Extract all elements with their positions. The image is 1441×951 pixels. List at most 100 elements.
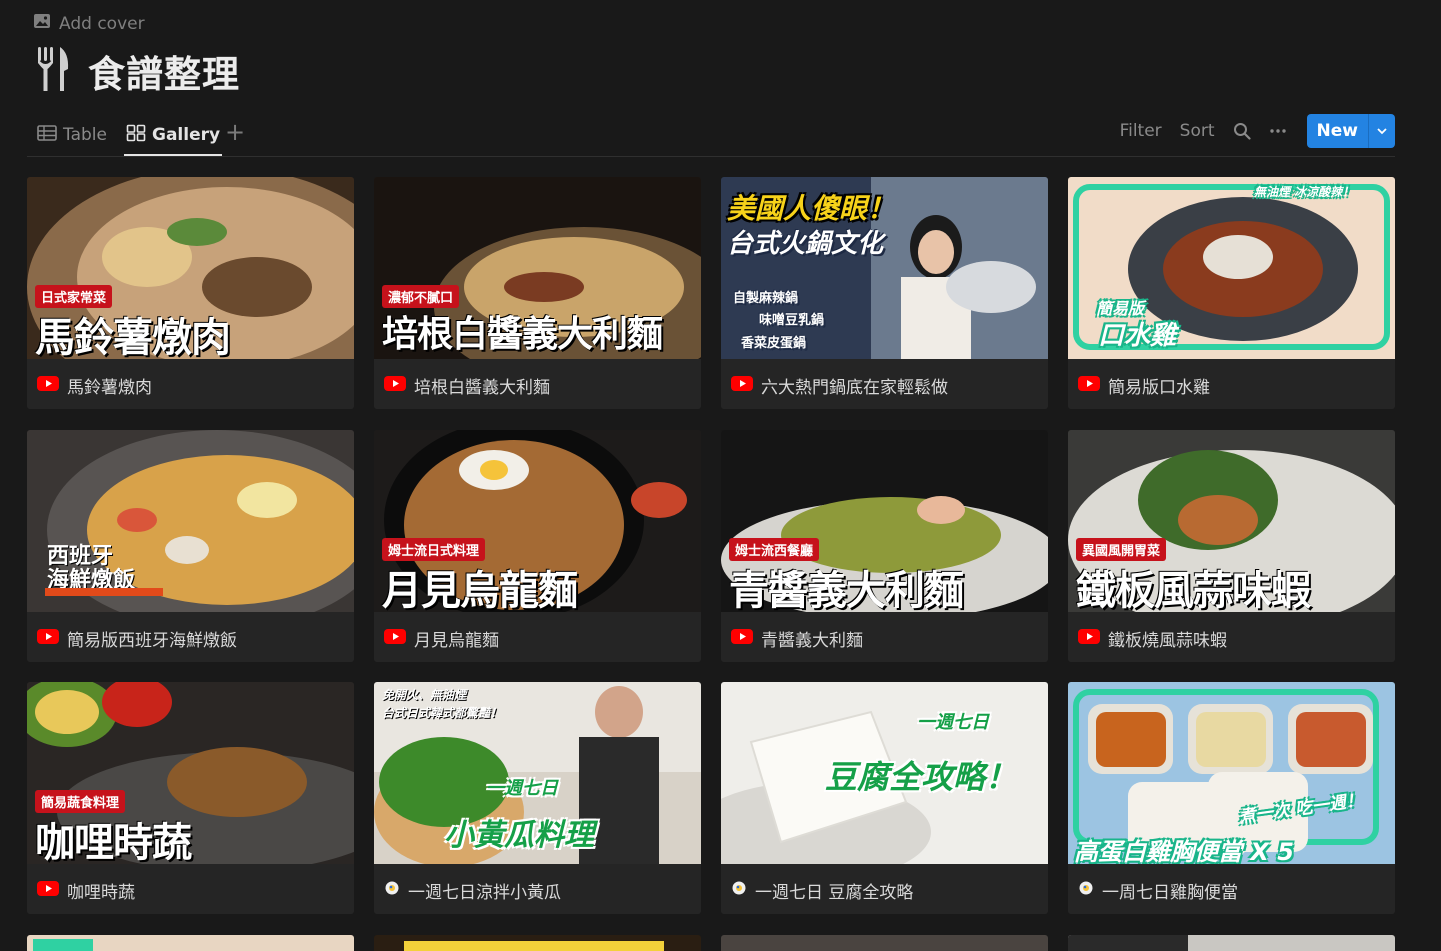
card-overlay-title: 小黃瓜料理	[444, 818, 594, 853]
card-title: 馬鈴薯燉肉	[37, 373, 152, 398]
card-overlay-tag: 免開火、無油煙	[382, 688, 467, 702]
card-overlay-title: 培根白醬義大利麵	[382, 313, 663, 355]
gallery-icon	[126, 124, 146, 147]
card-title: 一周七日雞胸便當	[1078, 878, 1238, 903]
fork-knife-icon[interactable]	[36, 45, 70, 97]
card-overlay-title: 馬鈴薯燉肉	[35, 314, 231, 359]
youtube-icon	[37, 628, 59, 649]
gallery-card[interactable]: 西班牙 海鮮燉飯 簡易版西班牙海鮮燉飯	[27, 430, 354, 662]
tab-gallery-label: Gallery	[152, 125, 221, 145]
card-title-text: 簡易版口水雞	[1108, 378, 1210, 398]
youtube-icon	[1078, 375, 1100, 396]
card-title: 鐵板燒風蒜味蝦	[1078, 626, 1227, 651]
card-title: 培根白醬義大利麵	[384, 373, 550, 398]
search-icon[interactable]	[1233, 122, 1251, 140]
thumbnail-fragment	[404, 941, 664, 951]
gallery-card-partial[interactable]	[721, 935, 1048, 951]
gallery-card[interactable]: 濃郁不膩口 培根白醬義大利麵 培根白醬義大利麵	[374, 177, 701, 409]
gallery-card[interactable]: 日式家常菜 馬鈴薯燉肉 馬鈴薯燉肉	[27, 177, 354, 409]
card-overlay-title: 鐵板風蒜味蝦	[1076, 567, 1311, 612]
web-link-icon	[384, 880, 400, 901]
add-view-button[interactable]: +	[225, 118, 245, 146]
gallery-card-partial[interactable]	[27, 935, 354, 951]
tab-table[interactable]: Table	[37, 122, 107, 148]
card-title-text: 月見烏龍麵	[414, 631, 499, 651]
card-title-text: 一週七日 豆腐全攻略	[755, 883, 914, 903]
tab-table-label: Table	[63, 125, 107, 145]
tab-gallery[interactable]: Gallery	[123, 122, 223, 156]
card-overlay-small: 一週七日	[917, 712, 989, 733]
more-options-icon[interactable]	[1269, 122, 1287, 140]
card-thumbnail: 西班牙 海鮮燉飯	[27, 430, 354, 612]
chevron-down-icon	[1376, 122, 1388, 141]
card-thumbnail: 姆士流西餐廳 青醬義大利麵	[721, 430, 1048, 612]
gallery-card[interactable]: 姆士流西餐廳 青醬義大利麵 青醬義大利麵	[721, 430, 1048, 662]
card-thumbnail: 濃郁不膩口 培根白醬義大利麵	[374, 177, 701, 359]
view-tools: Filter Sort New	[1102, 114, 1395, 148]
card-thumbnail: 無油煙 冰涼酸辣！ 簡易版 口水雞	[1068, 177, 1395, 359]
web-link-icon	[731, 880, 747, 901]
table-icon	[37, 124, 57, 147]
youtube-icon	[1078, 628, 1100, 649]
gallery-card-partial[interactable]	[1068, 935, 1395, 951]
card-overlay-small: 一週七日	[486, 778, 558, 799]
card-overlay-title: 口水雞	[1098, 321, 1177, 351]
card-thumbnail: 日式家常菜 馬鈴薯燉肉	[27, 177, 354, 359]
card-title-text: 鐵板燒風蒜味蝦	[1108, 631, 1227, 651]
filter-button[interactable]: Filter	[1120, 121, 1162, 141]
card-overlay-subtitle: 台式火鍋文化	[727, 229, 884, 259]
new-button[interactable]: New	[1307, 114, 1368, 148]
youtube-icon	[384, 375, 406, 396]
gallery-card[interactable]: 免開火、無油煙 台式日式韓式都驚豔！ 一週七日 小黃瓜料理 一週七日涼拌小黃瓜	[374, 682, 701, 914]
gallery-card[interactable]: 一週七日 豆腐全攻略！ 一週七日 豆腐全攻略	[721, 682, 1048, 914]
card-title-text: 簡易版西班牙海鮮燉飯	[67, 631, 237, 651]
card-thumbnail: 異國風開胃菜 鐵板風蒜味蝦	[1068, 430, 1395, 612]
card-title: 一週七日涼拌小黃瓜	[384, 878, 561, 903]
page-title: 食譜整理	[88, 53, 240, 96]
card-overlay-item: 味噌豆乳鍋	[759, 313, 825, 328]
gallery-card[interactable]: 無油煙 冰涼酸辣！ 簡易版 口水雞 簡易版口水雞	[1068, 177, 1395, 409]
card-overlay-tag: 無油煙 冰涼酸辣！	[1254, 185, 1355, 199]
card-overlay-title: 美國人傻眼！	[727, 192, 896, 225]
card-title: 一週七日 豆腐全攻略	[731, 878, 913, 903]
youtube-icon	[384, 628, 406, 649]
card-overlay-item: 自製麻辣鍋	[733, 291, 799, 306]
add-cover-button[interactable]: Add cover	[33, 12, 145, 35]
card-title: 簡易版口水雞	[1078, 373, 1210, 398]
page-header: 食譜整理	[36, 44, 240, 98]
view-bar: Table Gallery + Filter Sort New	[27, 114, 1395, 157]
card-overlay-title: 月見烏龍麵	[382, 567, 578, 612]
card-title-text: 六大熱門鍋底在家輕鬆做	[761, 378, 948, 398]
card-overlay-item: 香菜皮蛋鍋	[741, 336, 807, 351]
gallery-card[interactable]: 異國風開胃菜 鐵板風蒜味蝦 鐵板燒風蒜味蝦	[1068, 430, 1395, 662]
gallery-card[interactable]: 煮一次 吃一週！ 高蛋白雞胸便當 X 5 一周七日雞胸便當	[1068, 682, 1395, 914]
card-title: 六大熱門鍋底在家輕鬆做	[731, 373, 948, 398]
thumbnail-fragment	[33, 939, 93, 951]
card-overlay-title: 青醬義大利麵	[729, 567, 964, 612]
card-title: 月見烏龍麵	[384, 626, 499, 651]
youtube-icon	[731, 375, 753, 396]
gallery-card-partial[interactable]	[374, 935, 701, 951]
card-title: 簡易版西班牙海鮮燉飯	[37, 626, 237, 651]
card-overlay-title: 咖哩時蔬	[35, 819, 192, 864]
card-title-text: 一周七日雞胸便當	[1102, 883, 1238, 903]
card-overlay-title: 豆腐全攻略！	[825, 758, 1018, 796]
card-thumbnail: 姆士流日式料理 月見烏龍麵	[374, 430, 701, 612]
youtube-icon	[731, 628, 753, 649]
card-title-text: 咖哩時蔬	[67, 883, 135, 903]
gallery-card[interactable]: 美國人傻眼！ 台式火鍋文化 自製麻辣鍋 味噌豆乳鍋 香菜皮蛋鍋 六大熱門鍋底在家…	[721, 177, 1048, 409]
card-thumbnail: 簡易蔬食料理 咖哩時蔬	[27, 682, 354, 864]
web-link-icon	[1078, 880, 1094, 901]
image-icon	[33, 12, 51, 35]
sort-button[interactable]: Sort	[1180, 121, 1215, 141]
gallery-card[interactable]: 姆士流日式料理 月見烏龍麵 月見烏龍麵	[374, 430, 701, 662]
gallery-card[interactable]: 簡易蔬食料理 咖哩時蔬 咖哩時蔬	[27, 682, 354, 914]
card-title: 咖哩時蔬	[37, 878, 135, 903]
card-thumbnail: 美國人傻眼！ 台式火鍋文化 自製麻辣鍋 味噌豆乳鍋 香菜皮蛋鍋	[721, 177, 1048, 359]
add-cover-label: Add cover	[59, 13, 145, 34]
card-thumbnail: 免開火、無油煙 台式日式韓式都驚豔！ 一週七日 小黃瓜料理	[374, 682, 701, 864]
card-title-text: 馬鈴薯燉肉	[67, 378, 152, 398]
card-overlay-title: 高蛋白雞胸便當 X 5	[1074, 838, 1294, 864]
card-overlay-subtitle: 台式日式韓式都驚豔！	[382, 706, 503, 720]
new-dropdown-button[interactable]	[1368, 114, 1395, 148]
